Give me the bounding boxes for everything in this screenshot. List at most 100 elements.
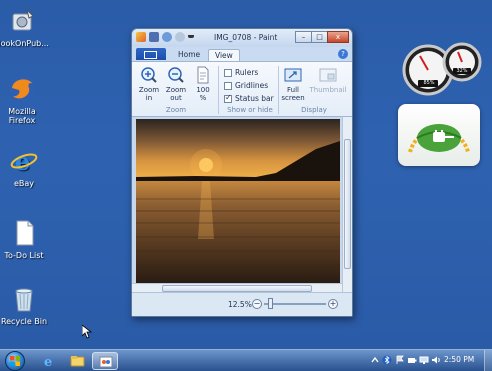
vertical-scrollbar[interactable] bbox=[342, 117, 352, 293]
zoom-slider[interactable] bbox=[264, 303, 326, 305]
desktop-icon-label: Mozilla Firefox bbox=[8, 107, 36, 125]
system-clock[interactable]: 2:50 PM bbox=[444, 355, 474, 364]
svg-text:e: e bbox=[44, 355, 52, 370]
gridlines-checkbox-box[interactable] bbox=[224, 81, 232, 90]
thumbnail-button[interactable]: Thumbnail bbox=[308, 66, 348, 94]
maximize-button[interactable]: □ bbox=[311, 31, 328, 43]
minimize-button[interactable]: – bbox=[295, 31, 312, 43]
desktop-icon-ebay[interactable]: e eBay bbox=[0, 146, 52, 188]
zoom-100-label: 100 bbox=[196, 86, 210, 94]
full-screen-icon bbox=[284, 66, 302, 84]
network-icon[interactable] bbox=[419, 355, 429, 365]
paint-icon bbox=[99, 356, 113, 368]
windows-logo-icon bbox=[10, 356, 20, 366]
zoom-100-label-2: % bbox=[199, 94, 207, 102]
tab-view[interactable]: View bbox=[208, 49, 240, 61]
zoom-level: 12.5% bbox=[228, 300, 252, 309]
show-hidden-icons-icon[interactable] bbox=[370, 355, 380, 365]
volume-icon[interactable] bbox=[431, 355, 441, 365]
zoom-100-button[interactable]: 100 % bbox=[190, 66, 216, 102]
undo-icon[interactable] bbox=[162, 32, 172, 42]
vertical-scroll-thumb[interactable] bbox=[344, 139, 351, 269]
paint-window[interactable]: IMG_0708 - Paint – □ x Home View ? Zoom … bbox=[131, 28, 353, 317]
canvas-area[interactable] bbox=[132, 117, 352, 293]
window-controls: – □ x bbox=[295, 31, 349, 43]
zoom-in-icon bbox=[140, 66, 158, 84]
gridlines-checkbox[interactable]: Gridlines bbox=[224, 81, 268, 90]
windows-explorer-icon bbox=[70, 356, 85, 367]
taskbar-paint[interactable] bbox=[92, 352, 118, 370]
zoom-group-label: Zoom bbox=[165, 106, 187, 114]
ribbon-tabs: Home View ? bbox=[132, 47, 352, 61]
taskbar-windows-explorer[interactable] bbox=[64, 352, 90, 370]
disk-utility-icon bbox=[7, 6, 37, 36]
recycle-bin-icon bbox=[9, 284, 39, 314]
zoom-out-button[interactable]: Zoom out bbox=[163, 66, 189, 102]
quick-access-toolbar bbox=[136, 32, 194, 42]
bluetooth-icon[interactable] bbox=[382, 355, 392, 365]
help-icon[interactable]: ? bbox=[338, 49, 348, 59]
page-icon bbox=[194, 66, 212, 84]
zoom-in-label-2: in bbox=[145, 94, 153, 102]
status-bar: 12.5% − + bbox=[132, 292, 352, 316]
zoom-in-button[interactable]: Zoom in bbox=[136, 66, 162, 102]
svg-text:e: e bbox=[15, 147, 30, 176]
internet-explorer-icon: e bbox=[44, 355, 52, 370]
rulers-checkbox-box[interactable] bbox=[224, 68, 232, 77]
text-document-icon bbox=[9, 218, 39, 248]
desktop-icon-recycle-bin[interactable]: Recycle Bin bbox=[0, 284, 52, 326]
firefox-icon bbox=[7, 74, 37, 104]
action-center-flag-icon[interactable] bbox=[395, 355, 405, 365]
full-screen-label: Full bbox=[287, 86, 299, 94]
horizontal-scroll-thumb[interactable] bbox=[162, 285, 312, 292]
show-hide-group-label: Show or hide bbox=[227, 106, 273, 114]
start-button[interactable] bbox=[5, 351, 25, 371]
tab-home[interactable]: Home bbox=[172, 49, 206, 61]
zoom-slider-handle[interactable] bbox=[268, 298, 273, 309]
thumbnail-icon bbox=[319, 66, 337, 84]
zoom-in-status-button[interactable]: + bbox=[328, 299, 338, 309]
group-separator bbox=[218, 66, 219, 114]
zoom-out-status-button[interactable]: − bbox=[252, 299, 262, 309]
title-bar[interactable]: IMG_0708 - Paint – □ x bbox=[132, 29, 352, 47]
status-bar-checkbox-box[interactable] bbox=[224, 93, 232, 103]
power-gadget[interactable] bbox=[398, 104, 480, 166]
ribbon: Zoom in Zoom out 100 % Zoom Rulers Gridl… bbox=[132, 61, 352, 117]
full-screen-label-2: screen bbox=[281, 94, 305, 102]
status-bar-label: Status bar bbox=[235, 94, 274, 103]
gridlines-label: Gridlines bbox=[235, 81, 269, 90]
show-desktop-button[interactable] bbox=[484, 350, 492, 371]
memory-readout: 32% bbox=[456, 68, 468, 74]
taskbar: e 2:50 PM bbox=[0, 349, 492, 371]
cpu-readout: 85% bbox=[423, 80, 435, 86]
desktop-icon-firefox[interactable]: Mozilla Firefox bbox=[0, 74, 50, 125]
zoom-out-icon bbox=[167, 66, 185, 84]
desktop-icon-label: eBay bbox=[13, 179, 35, 188]
thumbnail-label: Thumbnail bbox=[309, 86, 347, 94]
status-bar-checkbox[interactable]: Status bar bbox=[224, 93, 274, 103]
paint-menu-button[interactable] bbox=[136, 48, 166, 60]
desktop-icon-todo[interactable]: To-Do List bbox=[0, 218, 52, 260]
full-screen-button[interactable]: Full screen bbox=[280, 66, 306, 102]
customize-dropdown-icon[interactable] bbox=[188, 32, 194, 38]
power-icon[interactable] bbox=[407, 355, 417, 365]
desktop-icon-label: BookOnPub... bbox=[0, 39, 49, 48]
image-canvas[interactable] bbox=[136, 119, 340, 283]
paint-app-icon[interactable] bbox=[136, 32, 146, 42]
desktop-icon-bookonpub[interactable]: BookOnPub... bbox=[0, 6, 50, 48]
internet-explorer-icon: e bbox=[9, 146, 39, 176]
redo-icon[interactable] bbox=[175, 32, 185, 42]
zoom-out-label: Zoom bbox=[165, 86, 187, 94]
rulers-label: Rulers bbox=[235, 68, 259, 77]
zoom-in-label: Zoom bbox=[138, 86, 160, 94]
display-group-label: Display bbox=[301, 106, 327, 114]
save-icon[interactable] bbox=[149, 32, 159, 42]
zoom-out-label-2: out bbox=[170, 94, 182, 102]
desktop-icon-label: Recycle Bin bbox=[0, 317, 48, 326]
rulers-checkbox[interactable]: Rulers bbox=[224, 68, 258, 77]
window-title: IMG_0708 - Paint bbox=[214, 33, 278, 42]
cpu-meter-gadget[interactable]: 85% 32% bbox=[400, 40, 482, 96]
close-button[interactable]: x bbox=[327, 31, 349, 43]
taskbar-internet-explorer[interactable]: e bbox=[36, 352, 62, 370]
sunset-photo bbox=[136, 119, 340, 283]
